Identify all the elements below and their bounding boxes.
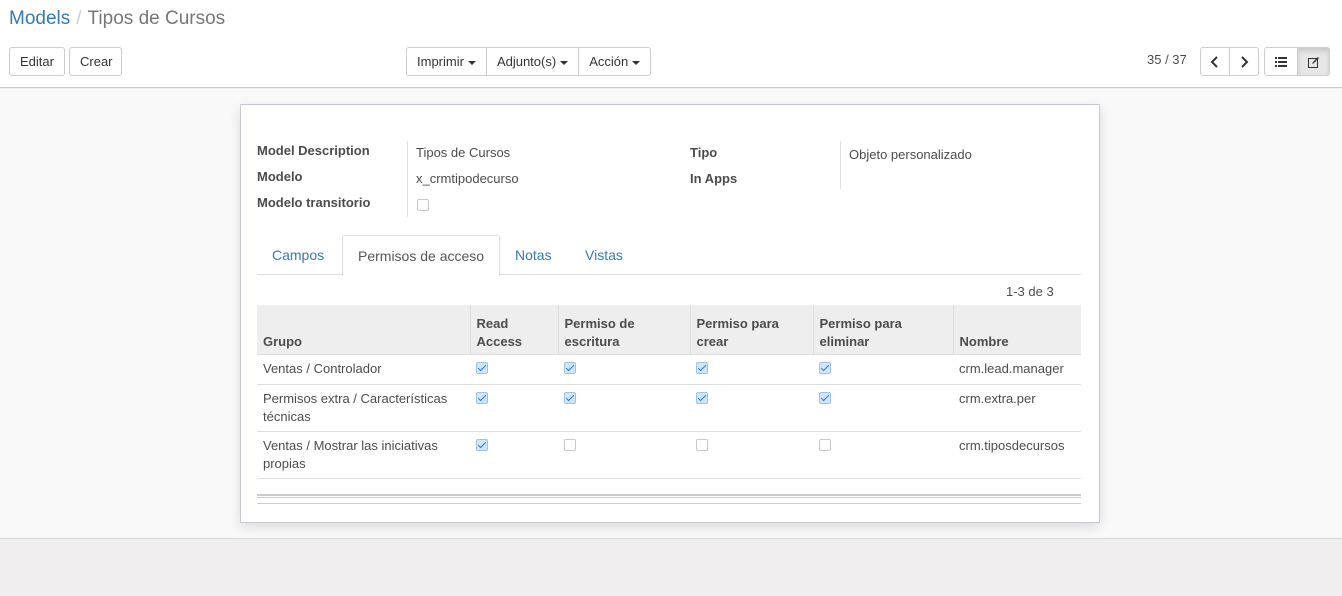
model-description-label: Model Description <box>257 143 370 158</box>
edit-icon <box>1307 56 1319 68</box>
table-row[interactable]: Permisos extra / Características técnica… <box>257 384 1081 432</box>
column-header-write[interactable]: Permiso de escritura <box>557 305 690 355</box>
print-label: Imprimir <box>417 54 464 69</box>
notebook-tabs: Campos Permisos de acceso Notas Vistas <box>257 235 1081 276</box>
view-switcher <box>1264 47 1330 76</box>
breadcrumb: Models / Tipos de Cursos <box>9 6 225 32</box>
caret-down-icon <box>632 60 641 65</box>
create-checkbox[interactable] <box>696 392 708 404</box>
breadcrumb-separator: / <box>76 8 82 29</box>
record-count: 1-3 de 3 <box>1006 284 1054 299</box>
pager-next-button[interactable] <box>1229 47 1259 76</box>
create-checkbox[interactable] <box>696 362 708 374</box>
caret-down-icon <box>467 60 476 65</box>
tab-notas[interactable]: Notas <box>500 235 567 275</box>
group-cell: Ventas / Controlador <box>257 354 470 385</box>
table-row[interactable]: Ventas / Controlador crm.lead.manager <box>257 354 1081 385</box>
read-checkbox[interactable] <box>476 362 488 374</box>
attachment-dropdown[interactable]: Adjunto(s) <box>485 47 580 76</box>
unlink-checkbox[interactable] <box>819 439 831 451</box>
name-cell: crm.lead.manager <box>953 354 1081 385</box>
write-checkbox[interactable] <box>564 439 576 451</box>
field-divider <box>840 141 841 189</box>
name-cell: crm.extra.per <box>953 384 1081 432</box>
model-value: x_crmtipodecurso <box>416 171 519 186</box>
pager-value[interactable]: 35 / 37 <box>1147 52 1187 67</box>
group-cell: Ventas / Mostrar las iniciativas propias <box>257 431 470 479</box>
transient-label: Modelo transitorio <box>257 195 371 210</box>
access-rights-table: Grupo Read Access Permiso de escritura P… <box>257 305 1081 479</box>
column-header-group[interactable]: Grupo <box>257 305 470 355</box>
chevron-right-icon <box>1241 55 1249 68</box>
list-view-button[interactable] <box>1264 47 1298 76</box>
action-dropdown[interactable]: Acción <box>578 47 652 76</box>
attachment-label: Adjunto(s) <box>496 54 557 69</box>
control-panel: Models / Tipos de Cursos Editar Crear Impr… <box>0 0 1342 88</box>
model-description-value: Tipos de Cursos <box>416 145 511 160</box>
read-checkbox[interactable] <box>476 392 488 404</box>
list-icon <box>1275 56 1287 67</box>
column-header-name[interactable]: Nombre <box>952 305 1081 355</box>
write-checkbox[interactable] <box>564 362 576 374</box>
table-footer <box>257 494 1081 498</box>
name-cell: crm.tiposdecursos <box>953 431 1081 479</box>
form-view-button[interactable] <box>1297 47 1330 76</box>
table-header-row: Grupo Read Access Permiso de escritura P… <box>257 305 1081 355</box>
type-label: Tipo <box>690 145 718 160</box>
create-button[interactable]: Crear <box>69 47 122 76</box>
type-value: Objeto personalizado <box>849 147 972 162</box>
column-header-read[interactable]: Read Access <box>469 305 558 355</box>
edit-button[interactable]: Editar <box>9 47 65 76</box>
print-dropdown[interactable]: Imprimir <box>406 47 487 76</box>
field-divider <box>407 141 408 217</box>
unlink-checkbox[interactable] <box>819 392 831 404</box>
unlink-checkbox[interactable] <box>819 362 831 374</box>
read-checkbox[interactable] <box>476 439 488 451</box>
sidebar-actions: Imprimir Adjunto(s) Acción <box>406 47 652 76</box>
create-checkbox[interactable] <box>696 439 708 451</box>
action-label: Acción <box>589 54 629 69</box>
pager-previous-button[interactable] <box>1200 47 1230 76</box>
tab-vistas[interactable]: Vistas <box>570 235 638 275</box>
caret-down-icon <box>560 60 569 65</box>
breadcrumb-models-link[interactable]: Models <box>9 8 70 29</box>
tab-permisos-de-acceso[interactable]: Permisos de acceso <box>342 235 501 276</box>
tab-campos[interactable]: Campos <box>257 235 339 275</box>
pager-buttons <box>1200 47 1259 76</box>
chevron-left-icon <box>1210 55 1218 68</box>
model-label: Modelo <box>257 169 303 184</box>
write-checkbox[interactable] <box>564 392 576 404</box>
transient-checkbox[interactable] <box>417 199 429 211</box>
table-footer-line <box>257 503 1081 504</box>
column-header-unlink[interactable]: Permiso para eliminar <box>812 305 953 355</box>
group-cell: Permisos extra / Características técnica… <box>257 384 470 432</box>
in-apps-label: In Apps <box>690 171 738 186</box>
column-header-create[interactable]: Permiso para crear <box>689 305 813 355</box>
breadcrumb-current: Tipos de Cursos <box>87 8 226 29</box>
form-sheet: Model Description Modelo Modelo transito… <box>240 104 1100 523</box>
table-row[interactable]: Ventas / Mostrar las iniciativas propias… <box>257 431 1081 479</box>
